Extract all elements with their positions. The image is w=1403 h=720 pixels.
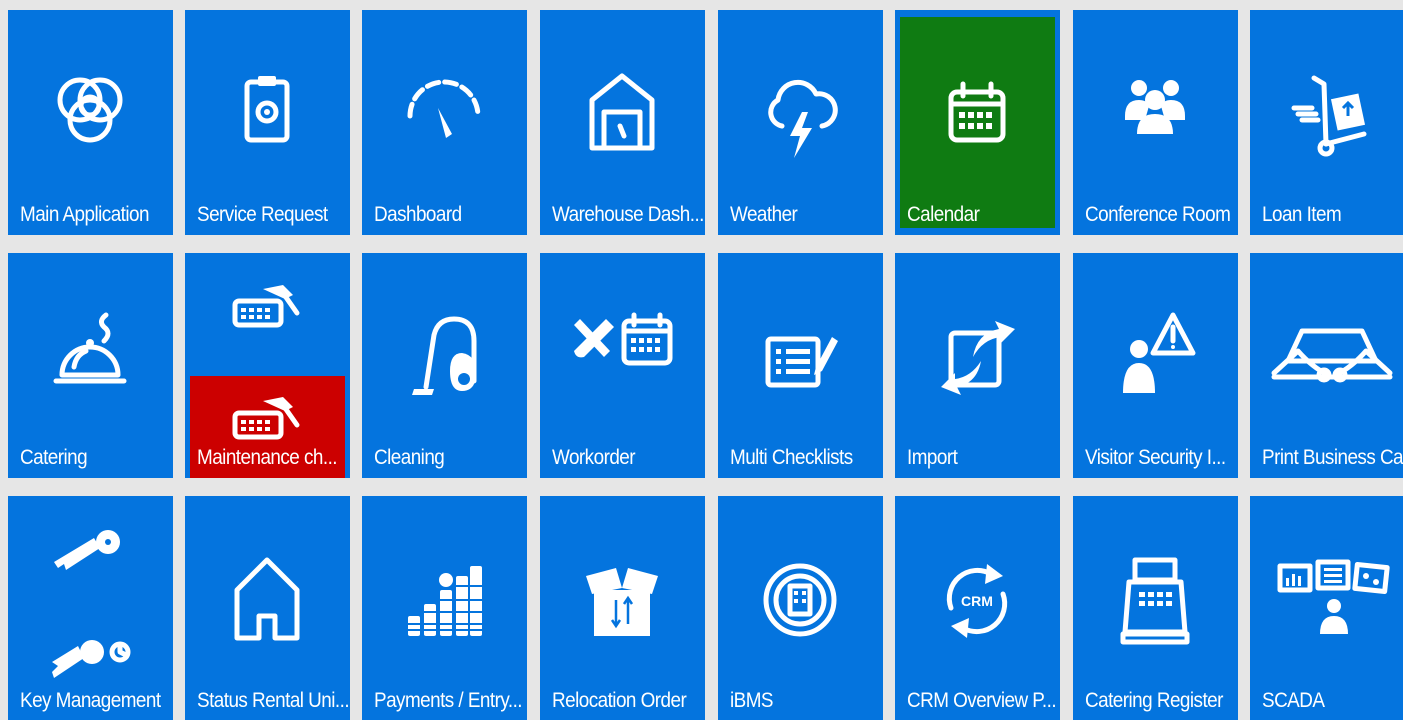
tile-conference-room[interactable]: Conference Room	[1073, 10, 1238, 235]
tile-crm-overview[interactable]: CRM CRM Overview P...	[895, 496, 1060, 720]
calendar-icon	[937, 68, 1017, 158]
tile-label: Dashboard	[374, 203, 462, 226]
tile-weather[interactable]: Weather	[718, 10, 883, 235]
tile-dashboard[interactable]: Dashboard	[362, 10, 527, 235]
tile-label: Import	[907, 446, 958, 469]
tools-calendar-icon	[568, 311, 678, 401]
tile-label: Main Application	[20, 203, 150, 226]
house-outline-icon	[227, 554, 307, 644]
keyboard-hammer-icon	[227, 283, 307, 333]
app-tile-grid: Main Application Service Request Dashboa…	[0, 0, 1403, 720]
tile-warehouse-dashboard[interactable]: Warehouse Dash...	[540, 10, 705, 235]
tile-label: Workorder	[552, 446, 636, 469]
person-warning-icon	[1115, 311, 1196, 401]
tile-service-request[interactable]: Service Request	[185, 10, 350, 235]
keys-icon	[50, 526, 131, 686]
tile-visitor-security[interactable]: Visitor Security I...	[1073, 253, 1238, 478]
cloche-icon	[50, 311, 130, 401]
checklist-icon	[760, 311, 840, 401]
tile-catering[interactable]: Catering	[8, 253, 173, 478]
tile-label: Cleaning	[374, 446, 445, 469]
tile-payments-entry[interactable]: Payments / Entry...	[362, 496, 527, 720]
people-group-icon	[1115, 68, 1195, 158]
tile-label: iBMS	[730, 689, 774, 712]
tile-label: Warehouse Dash...	[552, 203, 704, 226]
storm-cloud-icon	[760, 68, 840, 158]
tile-scada[interactable]: SCADA	[1250, 496, 1403, 720]
tile-key-management[interactable]: Key Management	[8, 496, 173, 720]
tile-label: Conference Room	[1085, 203, 1231, 226]
tile-label: Loan Item	[1262, 203, 1342, 226]
building-circle-icon	[760, 554, 840, 644]
tile-maintenance-checklists[interactable]: Maintenance ch...	[185, 253, 350, 478]
tile-import[interactable]: Import	[895, 253, 1060, 478]
tile-label: CRM Overview P...	[907, 689, 1057, 712]
tile-ibms[interactable]: iBMS	[718, 496, 883, 720]
tile-relocation-order[interactable]: Relocation Order	[540, 496, 705, 720]
tile-workorder[interactable]: Workorder	[540, 253, 705, 478]
vacuum-cleaner-icon	[404, 311, 484, 401]
scada-screens-icon	[1276, 554, 1392, 644]
tile-label: Maintenance ch...	[197, 446, 338, 469]
hand-truck-icon	[1291, 68, 1372, 158]
tile-label: Key Management	[20, 689, 161, 712]
cash-register-icon	[1115, 554, 1195, 645]
tile-label: Weather	[730, 203, 798, 226]
tile-label: Catering	[20, 446, 88, 469]
tile-catering-register[interactable]: Catering Register	[1073, 496, 1238, 720]
tile-label: Calendar	[907, 203, 980, 226]
tile-label: Service Request	[197, 203, 328, 226]
tile-multi-checklists[interactable]: Multi Checklists	[718, 253, 883, 478]
tile-label: Multi Checklists	[730, 446, 853, 469]
tile-main-application[interactable]: Main Application	[8, 10, 173, 235]
gauge-icon	[404, 68, 484, 158]
tile-cleaning[interactable]: Cleaning	[362, 253, 527, 478]
tile-status-rental-units[interactable]: Status Rental Uni...	[185, 496, 350, 720]
tile-label: SCADA	[1262, 689, 1325, 712]
crm-cycle-icon: CRM	[937, 554, 1017, 644]
warehouse-icon	[582, 68, 662, 158]
crm-icon-text: CRM	[961, 593, 993, 609]
tile-print-business-cards[interactable]: Print Business Ca	[1250, 253, 1403, 478]
coin-stacks-icon	[404, 554, 484, 644]
keyboard-hammer-icon	[227, 395, 307, 445]
moving-box-icon	[582, 554, 662, 644]
tile-label: Visitor Security I...	[1085, 446, 1226, 469]
tile-label: Relocation Order	[552, 689, 687, 712]
hands-card-icon	[1271, 311, 1393, 401]
tile-label: Status Rental Uni...	[197, 689, 350, 712]
tile-label: Catering Register	[1085, 689, 1223, 712]
tile-label: Payments / Entry...	[374, 689, 523, 712]
import-arrows-icon	[937, 311, 1017, 401]
tile-label: Print Business Ca	[1262, 446, 1403, 469]
tile-calendar[interactable]: Calendar	[895, 10, 1060, 235]
rings-icon	[50, 68, 130, 158]
tile-loan-item[interactable]: Loan Item	[1250, 10, 1403, 235]
clipboard-gear-icon	[227, 68, 307, 158]
